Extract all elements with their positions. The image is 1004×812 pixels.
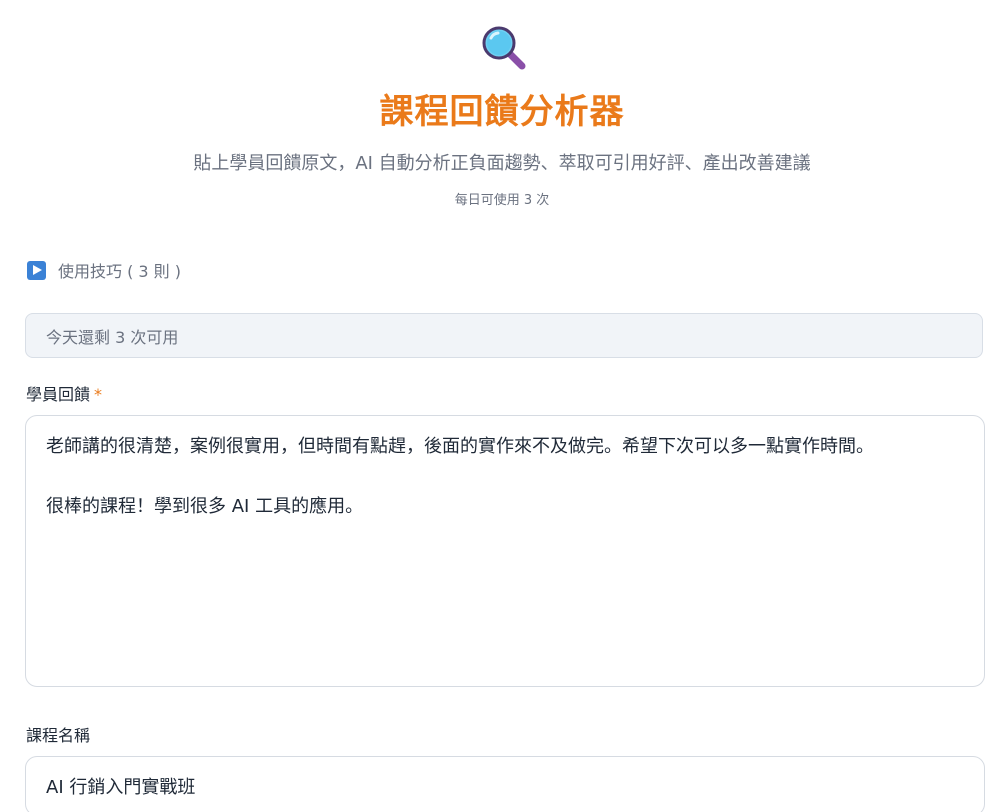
- play-square-icon: [27, 260, 46, 280]
- page: 課程回饋分析器 貼上學員回饋原文，AI 自動分析正負面趨勢、萃取可引用好評、產出…: [0, 0, 1004, 812]
- tips-label: 使用技巧 ( 3 則 ): [58, 262, 182, 281]
- page-subtitle: 貼上學員回饋原文，AI 自動分析正負面趨勢、萃取可引用好評、產出改善建議: [193, 153, 811, 174]
- required-mark: *: [94, 385, 103, 404]
- course-name-input[interactable]: [25, 756, 985, 812]
- daily-quota-note: 每日可使用 3 次: [454, 193, 550, 208]
- tips-toggle[interactable]: 使用技巧 ( 3 則 ): [27, 258, 181, 282]
- remaining-uses-banner: 今天還剩 3 次可用: [25, 313, 983, 358]
- feedback-label-text: 學員回饋: [26, 385, 91, 404]
- page-title: 課程回饋分析器: [379, 92, 625, 132]
- magnifying-glass-icon: [478, 22, 530, 74]
- feedback-label: 學員回饋 *: [26, 381, 102, 405]
- remaining-uses-text: 今天還剩 3 次可用: [46, 327, 179, 347]
- feedback-textarea[interactable]: 老師講的很清楚，案例很實用，但時間有點趕，後面的實作來不及做完。希望下次可以多一…: [25, 415, 985, 687]
- course-name-label: 課程名稱: [26, 726, 91, 745]
